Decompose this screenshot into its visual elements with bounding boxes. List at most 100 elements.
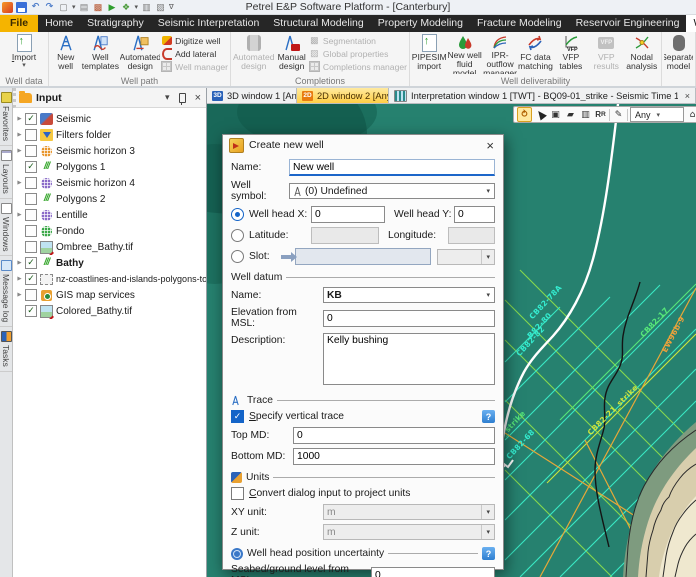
expand-arrow-icon[interactable]: ▶ (15, 260, 24, 266)
bottom-md-input[interactable] (293, 448, 495, 465)
pan-tool-icon[interactable]: ⥁ (517, 107, 532, 122)
new-well-button[interactable]: New well (51, 33, 80, 74)
tree-item-filters-folder[interactable]: ▶ Filters folder (15, 127, 206, 143)
ipr-outflow-manager-button[interactable]: IPR-outflow manager (483, 33, 517, 74)
pin-icon[interactable] (178, 92, 186, 105)
tree-item-gis-map-services[interactable]: ▶ GIS map services (15, 287, 206, 303)
checkbox[interactable] (25, 257, 37, 269)
checkbox[interactable] (25, 145, 37, 157)
select-cursor-icon[interactable] (534, 108, 547, 121)
redo-icon[interactable]: ↷ (44, 2, 55, 13)
tab-home[interactable]: Home (38, 15, 80, 32)
checkbox[interactable] (25, 177, 37, 189)
fc-data-matching-button[interactable]: FC data matching (518, 33, 553, 74)
filter-dropdown[interactable]: Any ▾ (630, 107, 684, 122)
checkbox[interactable] (25, 225, 37, 237)
checkbox[interactable] (25, 241, 37, 253)
expand-arrow-icon[interactable]: ▶ (15, 212, 24, 218)
sidebar-tab-message-log[interactable]: Message log (0, 256, 12, 328)
tree-item-bathy[interactable]: ▶ /// Bathy (15, 255, 206, 271)
expand-arrow-icon[interactable]: ▶ (15, 132, 24, 138)
home-view-icon[interactable]: ⌂ (686, 108, 696, 121)
digitize-well-button[interactable]: Digitize well (161, 34, 228, 47)
tree-item-lentille[interactable]: ▶ Lentille (15, 207, 206, 223)
checkbox[interactable] (25, 273, 37, 285)
sidebar-tab-tasks[interactable]: Tasks (0, 327, 12, 373)
tree-item-nz-coastlines[interactable]: ▶ nz-coastlines-and-islands-polygons-top… (15, 271, 206, 287)
chevron-down-icon[interactable]: ▾ (135, 3, 139, 11)
new-well-fluid-model-button[interactable]: New well fluid model (447, 33, 482, 74)
checkbox[interactable] (25, 209, 37, 221)
import-button[interactable]: Import ▾ (2, 33, 46, 74)
checkbox[interactable] (25, 193, 37, 205)
add-lateral-button[interactable]: Add lateral (161, 47, 228, 60)
tree-item-fondo[interactable]: Fondo (15, 223, 206, 239)
tab-reservoir-engineering[interactable]: Reservoir Engineering (569, 15, 687, 32)
well-templates-button[interactable]: Well templates (81, 33, 119, 74)
close-icon[interactable]: × (483, 138, 497, 153)
well-name-input[interactable] (289, 159, 495, 176)
expand-arrow-icon[interactable]: ▶ (15, 116, 24, 122)
undo-icon[interactable]: ↶ (30, 2, 41, 13)
specify-vertical-trace-checkbox[interactable] (231, 410, 244, 423)
tree-item-seismic-horizon-4[interactable]: ▶ Seismic horizon 4 (15, 175, 206, 191)
tab-2d-window[interactable]: 2D 2D window 2 [Any] × (297, 88, 389, 103)
qat-customize-icon[interactable]: ∇ (169, 3, 174, 11)
slot-radio[interactable] (231, 250, 244, 263)
tab-seismic-interpretation[interactable]: Seismic Interpretation (151, 15, 267, 32)
help-icon[interactable]: ? (482, 410, 495, 423)
palette-icon[interactable]: ❖ (121, 2, 132, 13)
convert-units-checkbox[interactable] (231, 487, 244, 500)
tab-structural-modeling[interactable]: Structural Modeling (266, 15, 370, 32)
nodal-analysis-button[interactable]: Nodal analysis (625, 33, 659, 74)
tab-well-engineering[interactable]: Well Engineering (686, 15, 696, 32)
sidebar-tab-favorites[interactable]: Favorites (0, 88, 12, 146)
description-textarea[interactable]: Kelly bushing (323, 333, 495, 385)
tab-stratigraphy[interactable]: Stratigraphy (80, 15, 151, 32)
wellhead-xy-radio[interactable] (231, 208, 244, 221)
window-layout-icon[interactable]: ▢ (58, 2, 69, 13)
help-icon[interactable]: ? (482, 547, 495, 560)
checkbox[interactable] (25, 113, 37, 125)
checkbox[interactable] (25, 289, 37, 301)
elevation-input[interactable] (323, 309, 495, 327)
sidebar-tab-windows[interactable]: Windows (0, 199, 12, 257)
checkbox[interactable] (25, 129, 37, 141)
copy-icon[interactable]: ▥ (141, 2, 152, 13)
expand-arrow-icon[interactable]: ▶ (15, 180, 24, 186)
separate-model-button[interactable]: Separate model (664, 33, 693, 74)
tab-3d-window[interactable]: 3D 3D window 1 [Any] × (207, 88, 297, 103)
chevron-down-icon[interactable]: ▾ (163, 92, 172, 103)
tree-item-colored-bathy[interactable]: Colored_Bathy.tif (15, 303, 206, 319)
well-symbol-dropdown[interactable]: (0) Undefined ▾ (289, 183, 495, 199)
wellhead-y-input[interactable] (454, 206, 495, 223)
save-icon[interactable] (16, 1, 27, 13)
panes-icon[interactable]: ▤ (79, 2, 90, 13)
tree-item-polygons-1[interactable]: /// Polygons 1 (15, 159, 206, 175)
top-md-input[interactable] (293, 427, 495, 444)
expand-arrow-icon[interactable]: ▶ (15, 292, 24, 298)
tree-item-ombree-bathy[interactable]: Ombree_Bathy.tif (15, 239, 206, 255)
sidebar-tab-layouts[interactable]: Layouts (0, 146, 12, 199)
checkbox[interactable] (25, 305, 37, 317)
measure-icon[interactable]: ▣ (549, 108, 562, 121)
tab-property-modeling[interactable]: Property Modeling (371, 15, 470, 32)
close-icon[interactable]: × (193, 92, 203, 104)
annotate-icon[interactable]: ✎ (612, 108, 625, 121)
tab-file[interactable]: File (0, 15, 39, 32)
tree-item-seismic[interactable]: ▶ Seismic (15, 111, 206, 127)
play-icon[interactable]: ▶ (107, 2, 118, 13)
automated-design-button[interactable]: Automated design (120, 33, 160, 74)
close-icon[interactable]: × (685, 91, 690, 101)
wellhead-x-input[interactable] (311, 206, 385, 223)
expand-arrow-icon[interactable]: ▶ (15, 148, 24, 154)
tab-interpretation-window[interactable]: Interpretation window 1 [TWT] - BQ09-01_… (389, 88, 696, 103)
datum-name-dropdown[interactable]: KB ▾ (323, 287, 495, 303)
dialog-title-bar[interactable]: Create new well × (223, 135, 503, 155)
paste-icon[interactable]: ▧ (155, 2, 166, 13)
chevron-down-icon[interactable]: ▾ (72, 3, 76, 11)
copy-pages-icon[interactable]: ▥ (579, 108, 592, 121)
checkbox[interactable] (25, 161, 37, 173)
expand-arrow-icon[interactable]: ▶ (15, 276, 24, 282)
tool-icon[interactable]: ▩ (93, 2, 104, 13)
